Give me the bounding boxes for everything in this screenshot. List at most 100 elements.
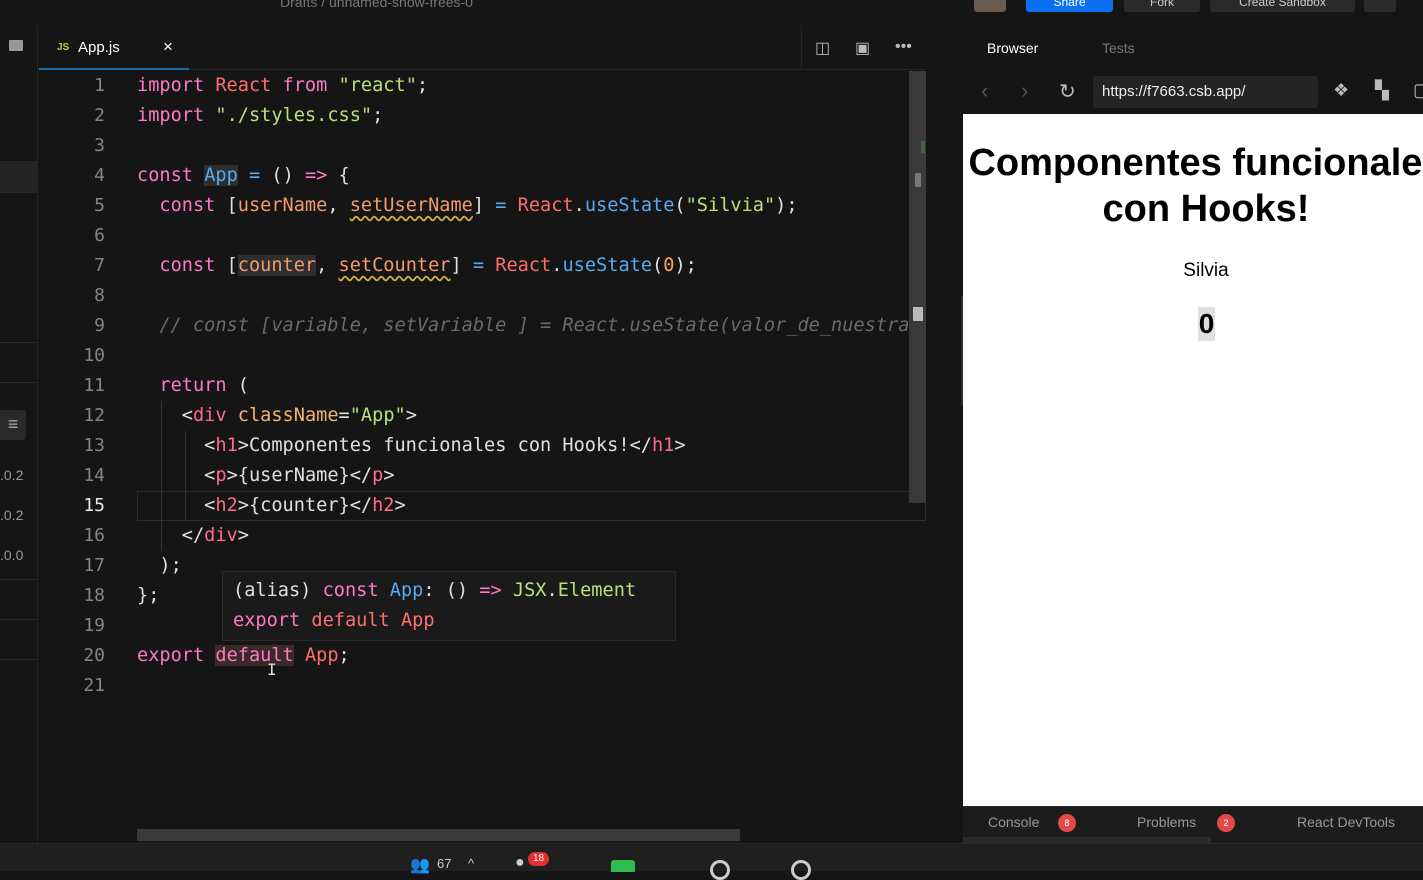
fork-button[interactable]: Fork (1124, 0, 1200, 12)
top-bar: Drafts / unnamed-snow-frees-0 Share Fork… (0, 0, 1423, 26)
line-number: 12 (83, 405, 105, 426)
reactions-icon[interactable] (791, 860, 811, 880)
scrollbar-change-marker (915, 173, 921, 187)
line-number: 18 (83, 585, 105, 606)
chat-icon[interactable]: ● (515, 854, 525, 872)
line-number: 17 (83, 555, 105, 576)
meeting-toolbar: 👥 67 ^ ● 18 (0, 843, 1423, 880)
line-number: 7 (94, 255, 105, 276)
code-line: ); (137, 555, 182, 576)
scrollbar-change-marker (921, 141, 925, 153)
open-preview-icon[interactable]: ▣ (855, 38, 870, 58)
line-number: 2 (94, 105, 105, 126)
editor-actions: ◫ ▣ ••• (801, 26, 926, 70)
tab-problems[interactable]: Problems (1137, 814, 1196, 830)
code-line: </div> (137, 525, 249, 546)
devtools-bar: Console 8 Problems 2 React DevTools (963, 806, 1423, 843)
url-input[interactable]: https://f7663.csb.app/ (1093, 76, 1318, 108)
record-icon[interactable] (710, 860, 730, 880)
hover-tooltip: (alias) const App: () => JSX.Element exp… (222, 571, 676, 641)
share-screen-icon[interactable] (611, 860, 635, 872)
folder-icon[interactable] (9, 40, 23, 51)
tab-app-js[interactable]: JS App.js × (39, 26, 189, 70)
create-sandbox-button[interactable]: Create Sandbox (1210, 0, 1355, 12)
tab-browser[interactable]: Browser (987, 40, 1038, 56)
code-line: }; (137, 585, 160, 606)
code-editor[interactable]: 1 2 3 4 5 6 7 8 9 10 11 12 13 14 15 16 17 18 19 20 21 import… (39, 71, 926, 843)
code-line: import "./styles.css"; (137, 105, 384, 126)
chat-count-badge: 18 (528, 852, 550, 866)
line-number: 1 (94, 75, 105, 96)
dependency-version: .0.0 (0, 547, 24, 563)
editor-tab-bar: JS App.js × ◫ ▣ ••• (39, 26, 926, 70)
open-new-window-icon[interactable]: ▚ (1375, 80, 1395, 100)
line-number: 6 (94, 225, 105, 246)
scrollbar-cursor-marker (913, 307, 923, 321)
divider (0, 382, 38, 383)
line-number: 10 (83, 345, 105, 366)
code-line: <h1>Componentes funcionales con Hooks!</… (137, 435, 686, 456)
code-line: const [counter, setCounter] = React.useS… (159, 255, 697, 276)
line-number: 14 (83, 465, 105, 486)
forward-icon[interactable]: › (1021, 78, 1028, 104)
line-number: 8 (94, 285, 105, 306)
copy-icon[interactable]: ▢ (1413, 80, 1423, 100)
notifications-button[interactable] (1364, 0, 1396, 12)
preview-tabs: Browser Tests (963, 26, 1423, 70)
preview-panel: Browser Tests ‹ › ↻ https://f7663.csb.ap… (963, 26, 1423, 843)
devtools-icon[interactable]: ❖ (1333, 80, 1353, 100)
dependency-version: .0.2 (0, 467, 24, 483)
js-file-icon: JS (57, 42, 70, 53)
problems-count-badge: 2 (1217, 814, 1235, 832)
line-number: 15 (83, 495, 105, 516)
code-line: <p>{userName}</p> (137, 465, 395, 486)
dependency-version: .0.2 (0, 507, 24, 523)
preview-counter: 0 (1198, 307, 1215, 341)
share-button[interactable]: Share (1026, 0, 1113, 12)
console-count-badge: 8 (1058, 814, 1076, 832)
line-number: 3 (94, 135, 105, 156)
code-line: <h2>{counter}</h2> (137, 495, 406, 516)
line-number: 4 (94, 165, 105, 186)
menu-icon[interactable]: ≡ (0, 410, 26, 440)
code-line: const App = () => { (137, 165, 350, 186)
line-number: 19 (83, 615, 105, 636)
line-number: 13 (83, 435, 105, 456)
avatar[interactable] (974, 0, 1006, 12)
more-icon[interactable]: ••• (895, 38, 912, 56)
chevron-up-icon[interactable]: ^ (468, 856, 474, 871)
preview-heading: Componentes funcionales con Hooks! (968, 142, 1423, 230)
sidebar-selected-item[interactable] (0, 161, 38, 193)
tab-tests[interactable]: Tests (1102, 40, 1135, 56)
split-view-icon[interactable]: ◫ (815, 38, 830, 58)
line-number: 9 (94, 315, 105, 336)
code-line: export default App; (137, 645, 350, 666)
code-content[interactable]: import React from "react"; import "./sty… (137, 71, 927, 841)
tab-console[interactable]: Console (988, 814, 1039, 830)
activity-bar: ≡ .0.2 .0.2 .0.0 (0, 26, 38, 843)
divider (0, 619, 38, 620)
divider (0, 579, 38, 580)
tab-label: App.js (78, 39, 120, 56)
vertical-scrollbar[interactable] (909, 71, 926, 503)
participants-icon[interactable]: 👥 (410, 855, 430, 875)
tab-react-devtools[interactable]: React DevTools (1297, 814, 1395, 830)
divider (0, 659, 38, 660)
line-number: 21 (83, 675, 105, 696)
line-number: 20 (83, 645, 105, 666)
horizontal-scrollbar[interactable] (137, 829, 740, 841)
code-comment: // const [variable, setVariable ] = Reac… (137, 315, 910, 336)
panel-divider[interactable] (926, 26, 963, 843)
refresh-icon[interactable]: ↻ (1059, 79, 1076, 104)
participants-count: 67 (437, 856, 452, 871)
line-number: 16 (83, 525, 105, 546)
preview-frame[interactable]: Componentes funcionales con Hooks! Silvi… (963, 114, 1423, 806)
line-number: 11 (83, 375, 105, 396)
divider (0, 342, 38, 343)
line-number: 5 (94, 195, 105, 216)
text-cursor-icon: I (267, 660, 277, 679)
breadcrumb[interactable]: Drafts / unnamed-snow-frees-0 (280, 0, 473, 10)
close-icon[interactable]: × (163, 37, 173, 57)
browser-toolbar: ‹ › ↻ https://f7663.csb.app/ ❖ ▚ ▢ (963, 70, 1423, 114)
back-icon[interactable]: ‹ (981, 78, 988, 104)
